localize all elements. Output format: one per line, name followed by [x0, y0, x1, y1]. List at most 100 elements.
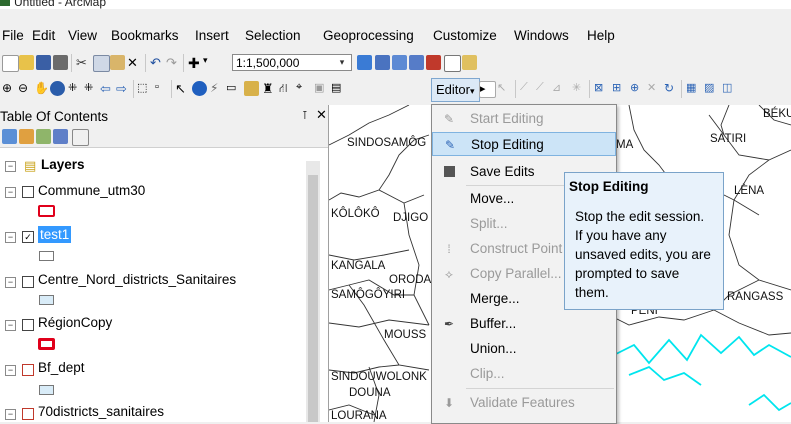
- fixed-zoom-in-icon[interactable]: ⁜: [68, 81, 83, 96]
- attributes-icon[interactable]: ▦: [686, 81, 701, 96]
- search-window-icon[interactable]: [409, 55, 424, 70]
- list-by-visibility-icon[interactable]: [36, 129, 51, 144]
- layer-label-70districts[interactable]: 70districts_sanitaires: [38, 404, 164, 419]
- zoom-in-icon[interactable]: ⊕: [2, 81, 17, 96]
- menu-customize[interactable]: Customize: [433, 28, 497, 43]
- delete-icon[interactable]: ✕: [127, 55, 142, 70]
- fixed-zoom-out-icon[interactable]: ⁜: [84, 81, 99, 96]
- menu-item-union[interactable]: Union...: [432, 337, 616, 361]
- layer-symbol-white[interactable]: [39, 251, 54, 261]
- layer-label-centre-nord[interactable]: Centre_Nord_districts_Sanitaires: [38, 272, 236, 287]
- layer-label-test1-selected[interactable]: test1: [38, 226, 72, 243]
- layers-collapse-icon[interactable]: −: [5, 161, 16, 172]
- menu-item-buffer[interactable]: ✒ Buffer...: [432, 312, 616, 336]
- zoom-out-icon[interactable]: ⊖: [18, 81, 33, 96]
- reshape-icon[interactable]: ⊞: [612, 81, 627, 96]
- select-elements-icon[interactable]: ↖: [175, 81, 190, 96]
- list-by-source-icon[interactable]: [19, 129, 34, 144]
- create-features-icon[interactable]: ◫: [722, 81, 737, 96]
- layer-expander[interactable]: −: [5, 187, 16, 198]
- layer-symbol-light-blue[interactable]: [39, 295, 54, 305]
- editor-menu-button[interactable]: Editor▾: [431, 78, 480, 102]
- create-viewer-icon[interactable]: ▤: [331, 81, 346, 96]
- layer-expander[interactable]: −: [5, 365, 16, 376]
- measure-icon[interactable]: [244, 81, 259, 96]
- new-document-icon[interactable]: [2, 55, 19, 72]
- menu-file[interactable]: File: [2, 28, 24, 43]
- list-by-selection-icon[interactable]: [53, 129, 68, 144]
- list-by-drawing-order-icon[interactable]: [2, 129, 17, 144]
- model-builder-icon[interactable]: [462, 55, 477, 70]
- redo-icon[interactable]: ↷: [166, 55, 181, 70]
- layer-expander[interactable]: −: [5, 277, 16, 288]
- layer-label-commune-utm30[interactable]: Commune_utm30: [38, 183, 145, 198]
- html-popup-icon[interactable]: ▭: [226, 81, 241, 96]
- menu-item-stop-editing[interactable]: ✎ Stop Editing: [432, 132, 616, 156]
- layers-root-label[interactable]: Layers: [41, 157, 85, 172]
- catalog-icon[interactable]: [392, 55, 407, 70]
- point-icon[interactable]: ✳: [572, 81, 587, 96]
- menu-item-clip[interactable]: Clip...: [432, 362, 616, 386]
- menu-item-start-editing[interactable]: ✎ Start Editing: [432, 107, 616, 131]
- layer-visibility-checkbox-broken[interactable]: [22, 364, 34, 376]
- toc-scrollbar-thumb[interactable]: [308, 175, 318, 422]
- trace-icon[interactable]: ⊿: [552, 81, 567, 96]
- menu-insert[interactable]: Insert: [195, 28, 229, 43]
- open-folder-icon[interactable]: [19, 55, 34, 70]
- arctoolbox-icon[interactable]: [426, 55, 441, 70]
- menu-view[interactable]: View: [68, 28, 97, 43]
- editor-toolbar-icon[interactable]: [357, 55, 372, 70]
- layer-visibility-checkbox[interactable]: [22, 276, 34, 288]
- layer-symbol-red-outline[interactable]: [38, 205, 55, 217]
- layer-label-bf-dept[interactable]: Bf_dept: [38, 360, 85, 375]
- clear-selection-icon[interactable]: ▫: [155, 81, 170, 96]
- cut-polygons-icon[interactable]: ⊕: [630, 81, 645, 96]
- select-features-icon[interactable]: ⬚: [137, 81, 152, 96]
- forward-extent-icon[interactable]: ⇨: [116, 81, 131, 96]
- pin-icon[interactable]: ⊺: [302, 109, 308, 122]
- save-icon[interactable]: [36, 55, 51, 70]
- edit-tool-icon[interactable]: ▸: [479, 81, 496, 98]
- menu-selection[interactable]: Selection: [245, 28, 301, 43]
- go-to-xy-icon[interactable]: ⌖: [296, 81, 311, 96]
- split-icon[interactable]: ✕: [647, 81, 662, 96]
- layer-expander[interactable]: −: [5, 320, 16, 331]
- layer-visibility-checkbox[interactable]: [22, 319, 34, 331]
- layer-expander[interactable]: −: [5, 232, 16, 243]
- layer-visibility-checkbox-checked[interactable]: ✓: [22, 231, 34, 243]
- layer-symbol-thick-red[interactable]: [38, 338, 55, 350]
- edit-vertices-icon[interactable]: ⊠: [594, 81, 609, 96]
- add-data-dropdown-icon[interactable]: ▾: [203, 55, 211, 70]
- layer-visibility-checkbox[interactable]: [22, 186, 34, 198]
- layer-visibility-checkbox-broken[interactable]: [22, 408, 34, 420]
- endpoint-arc-icon[interactable]: ⟋: [536, 81, 551, 96]
- back-extent-icon[interactable]: ⇦: [100, 81, 115, 96]
- straight-segment-icon[interactable]: ⟋: [520, 81, 535, 96]
- layer-symbol-light-blue[interactable]: [39, 385, 54, 395]
- menu-item-validate-features[interactable]: ⬇ Validate Features: [432, 391, 616, 415]
- menu-windows[interactable]: Windows: [514, 28, 569, 43]
- menu-help[interactable]: Help: [587, 28, 615, 43]
- paste-icon[interactable]: [110, 55, 125, 70]
- table-of-contents-icon[interactable]: [375, 55, 390, 70]
- layer-label-regioncopy[interactable]: RégionCopy: [38, 315, 112, 330]
- menu-edit[interactable]: Edit: [32, 28, 55, 43]
- close-icon[interactable]: ✕: [316, 107, 327, 123]
- rotate-icon[interactable]: ↻: [664, 81, 679, 96]
- undo-icon[interactable]: ↶: [150, 55, 165, 70]
- edit-annotation-icon[interactable]: ↖: [497, 81, 512, 96]
- time-slider-icon[interactable]: ▣: [314, 81, 329, 96]
- identify-icon[interactable]: [192, 81, 207, 96]
- scale-dropdown-icon[interactable]: ▾: [334, 55, 350, 70]
- full-extent-icon[interactable]: [50, 81, 65, 96]
- find-icon[interactable]: ♜: [262, 81, 277, 96]
- sketch-properties-icon[interactable]: ▨: [704, 81, 719, 96]
- pan-icon[interactable]: ✋: [34, 81, 49, 96]
- print-icon[interactable]: [53, 55, 68, 70]
- find-route-icon[interactable]: ⛙: [279, 81, 294, 96]
- python-window-icon[interactable]: [444, 55, 461, 72]
- hyperlink-icon[interactable]: ⚡: [210, 81, 225, 96]
- layer-expander[interactable]: −: [5, 409, 16, 420]
- add-data-icon[interactable]: ✚: [188, 55, 203, 71]
- copy-icon[interactable]: [93, 55, 110, 72]
